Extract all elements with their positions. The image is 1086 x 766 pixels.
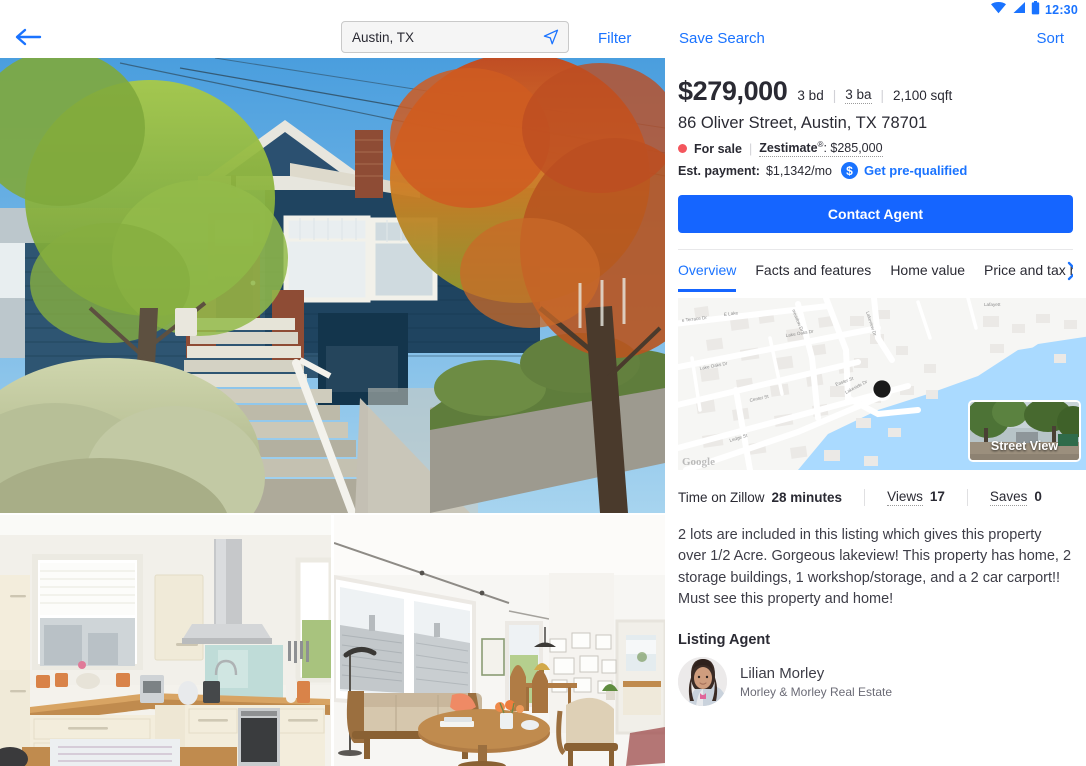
status-bar-clock: 12:30 (1045, 3, 1078, 17)
location-map[interactable]: e Terrace Dr E Lake Lake Oaks Dr Lake Oa… (678, 298, 1086, 471)
sort-button[interactable]: Sort (1036, 30, 1064, 47)
listing-agent-row[interactable]: Lilian Morley Morley & Morley Real Estat… (678, 657, 1073, 707)
search-input[interactable] (352, 29, 542, 45)
back-button[interactable] (0, 26, 56, 53)
search-box[interactable] (341, 21, 569, 53)
wifi-icon (990, 1, 1007, 19)
listing-agent-heading: Listing Agent (678, 632, 771, 649)
zestimate-block: Zestimate®: $285,000 (759, 140, 883, 158)
listing-description: 2 lots are included in this listing whic… (678, 527, 1072, 608)
payment-value: $1,1342/mo (765, 163, 832, 178)
listing-stats: Time on Zillow 28 minutes Views 17 Saves… (678, 489, 1073, 507)
map-watermark: Google (682, 456, 715, 469)
listing-status-row: For sale | Zestimate®: $285,000 (678, 140, 1073, 158)
payment-label: Est. payment: (678, 163, 760, 178)
stat-divider-2 (966, 489, 968, 507)
contact-agent-button[interactable]: Contact Agent (678, 195, 1073, 234)
dollar-circle-icon: $ (841, 162, 858, 180)
stat-value: 28 minutes (771, 490, 843, 506)
tab-facts-and-features[interactable]: Facts and features (755, 250, 871, 292)
stat-label: Views (887, 489, 923, 507)
status-dot-icon (678, 144, 687, 154)
street-view-label: Street View (990, 439, 1059, 454)
listing-photo-living-room[interactable] (334, 515, 665, 766)
stat-divider-1 (864, 489, 866, 507)
search-field-wrapper (341, 21, 569, 53)
chevron-right-icon[interactable] (1065, 260, 1073, 287)
baths-value: 3 ba (845, 87, 872, 104)
navigation-arrow-icon[interactable] (542, 28, 560, 46)
stat-views: Views 17 (887, 489, 945, 507)
agent-info: Lilian Morley Morley & Morley Real Estat… (740, 665, 892, 699)
listing-photo-kitchen[interactable] (0, 515, 331, 766)
zestimate-value: $285,000 (830, 141, 883, 156)
svg-text:Lafayett: Lafayett (984, 302, 1001, 307)
tab-overview[interactable]: Overview (678, 250, 737, 293)
sqft-value: 2,100 sqft (893, 88, 953, 103)
signal-icon (1012, 1, 1026, 19)
zestimate-registered-mark: ® (817, 140, 824, 149)
listing-facts: 3 bd | 3 ba | 2,100 sqft (797, 87, 952, 104)
photo-gallery (0, 58, 665, 766)
back-arrow-icon (13, 26, 43, 53)
agent-organization: Morley & Morley Real Estate (740, 684, 893, 699)
stat-label: Time on Zillow (678, 490, 765, 506)
filter-button[interactable]: Filter (598, 30, 631, 47)
stat-time-on-zillow: Time on Zillow 28 minutes (678, 490, 842, 505)
street-view-thumbnail[interactable]: Street View (968, 400, 1081, 463)
status-badge: For sale (694, 141, 742, 156)
agent-avatar (678, 657, 727, 707)
stat-value: 17 (929, 489, 945, 505)
detail-tabs: Overview Facts and features Home value P… (678, 249, 1073, 293)
facts-divider-1: | (832, 88, 837, 103)
app-root: 12:30 Filter Save Search Sort (0, 0, 1086, 766)
listing-price: $279,000 (678, 76, 788, 106)
listing-address: 86 Oliver Street, Austin, TX 78701 (678, 114, 928, 132)
status-divider: | (748, 141, 753, 156)
status-bar: 12:30 (0, 0, 1086, 20)
zestimate-label: Zestimate (759, 141, 818, 156)
estimated-payment-row: Est. payment: $1,1342/mo $ Get pre-quali… (678, 162, 1073, 180)
listing-photo-main[interactable] (0, 58, 665, 513)
agent-name: Lilian Morley (740, 664, 825, 682)
tab-home-value[interactable]: Home value (890, 250, 965, 292)
beds-value: 3 bd (797, 88, 824, 103)
get-prequalified-link[interactable]: Get pre-qualified (864, 163, 967, 178)
tab-price-and-tax-history[interactable]: Price and tax hist (984, 250, 1073, 292)
stat-value: 0 (1034, 489, 1042, 505)
stat-label: Saves (989, 489, 1028, 507)
facts-divider-2: | (880, 88, 885, 103)
stat-saves: Saves 0 (989, 489, 1042, 507)
listing-detail-panel: $279,000 3 bd | 3 ba | 2,100 sqft 86 Oli… (665, 58, 1086, 766)
save-search-button[interactable]: Save Search (679, 30, 765, 47)
battery-icon (1031, 0, 1040, 20)
price-row: $279,000 3 bd | 3 ba | 2,100 sqft (678, 76, 1073, 107)
